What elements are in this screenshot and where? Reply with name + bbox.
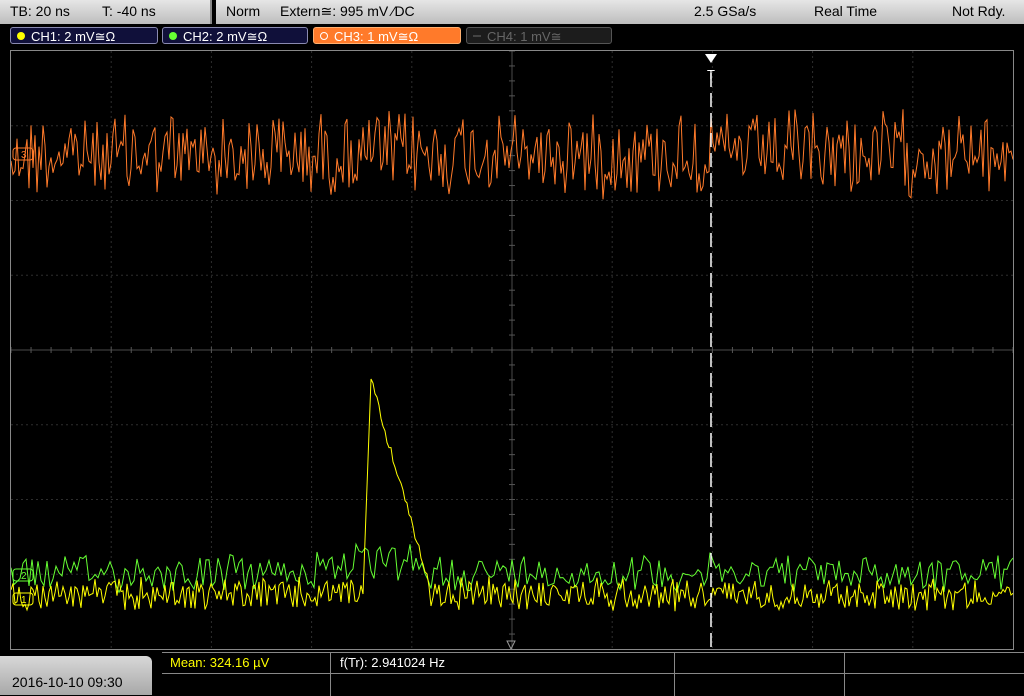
- measurement-cell-divider: [330, 653, 331, 696]
- svg-text:2: 2: [21, 571, 27, 582]
- time-zero-icon: [506, 640, 516, 649]
- channel-2-button[interactable]: CH2: 2 mV≅Ω: [162, 27, 308, 44]
- channel-2-label: CH2: 2 mV≅Ω: [183, 29, 268, 44]
- channel-2-dot-icon: [169, 32, 177, 40]
- channel-1-button[interactable]: CH1: 2 mV≅Ω: [10, 27, 158, 44]
- channel-4-label: CH4: 1 mV≅: [487, 29, 562, 44]
- measurement-panel[interactable]: Mean: 324.16 µV f(Tr): 2.941024 Hz: [162, 652, 1024, 696]
- trigger-marker: T: [707, 67, 715, 82]
- measurement-frequency: f(Tr): 2.941024 Hz: [340, 655, 446, 670]
- svg-text:3: 3: [21, 150, 27, 161]
- sample-rate-label: 2.5 GSa/s: [694, 3, 757, 19]
- datetime-label: 2016-10-10 09:30: [12, 674, 123, 690]
- channel-1-dot-icon: [17, 32, 25, 40]
- trigger-time-label: T: -40 ns: [102, 3, 156, 19]
- measurement-cell-divider: [674, 653, 675, 696]
- measurement-cell-divider: [844, 653, 845, 696]
- trigger-arrow-icon: [705, 54, 717, 63]
- channel-3-label: CH3: 1 mV≅Ω: [334, 29, 419, 44]
- channel-bar: CH1: 2 mV≅Ω CH2: 2 mV≅Ω CH3: 1 mV≅Ω CH4:…: [0, 24, 1024, 48]
- acquisition-mode-label: Real Time: [814, 3, 878, 19]
- run-status-label: Not Rdy.: [952, 3, 1006, 19]
- svg-text:1: 1: [21, 595, 27, 606]
- channel-1-label: CH1: 2 mV≅Ω: [31, 29, 116, 44]
- waveform-canvas: T 3 2 1: [11, 51, 1013, 649]
- datetime-box[interactable]: 2016-10-10 09:30: [0, 656, 152, 695]
- channel-4-dash-icon: [473, 35, 481, 37]
- measurement-row-divider: [162, 673, 1024, 674]
- top-status-bar: TB: 20 ns T: -40 ns Norm Extern≅: 995 mV…: [0, 0, 1024, 24]
- timebase-label: TB: 20 ns: [10, 3, 70, 19]
- waveform-display[interactable]: T 3 2 1: [10, 50, 1014, 650]
- trigger-source-label: Extern≅: 995 mV ⁄DC: [280, 3, 415, 19]
- channel-3-dot-icon: [320, 32, 328, 40]
- timebase-box[interactable]: TB: 20 ns T: -40 ns: [0, 0, 212, 24]
- channel-3-button[interactable]: CH3: 1 mV≅Ω: [313, 27, 461, 44]
- measurement-mean: Mean: 324.16 µV: [170, 655, 270, 670]
- acquisition-status-bar[interactable]: Norm Extern≅: 995 mV ⁄DC 2.5 GSa/s Real …: [216, 0, 1024, 24]
- channel-4-button[interactable]: CH4: 1 mV≅: [466, 27, 612, 44]
- trigger-mode-label: Norm: [226, 3, 261, 19]
